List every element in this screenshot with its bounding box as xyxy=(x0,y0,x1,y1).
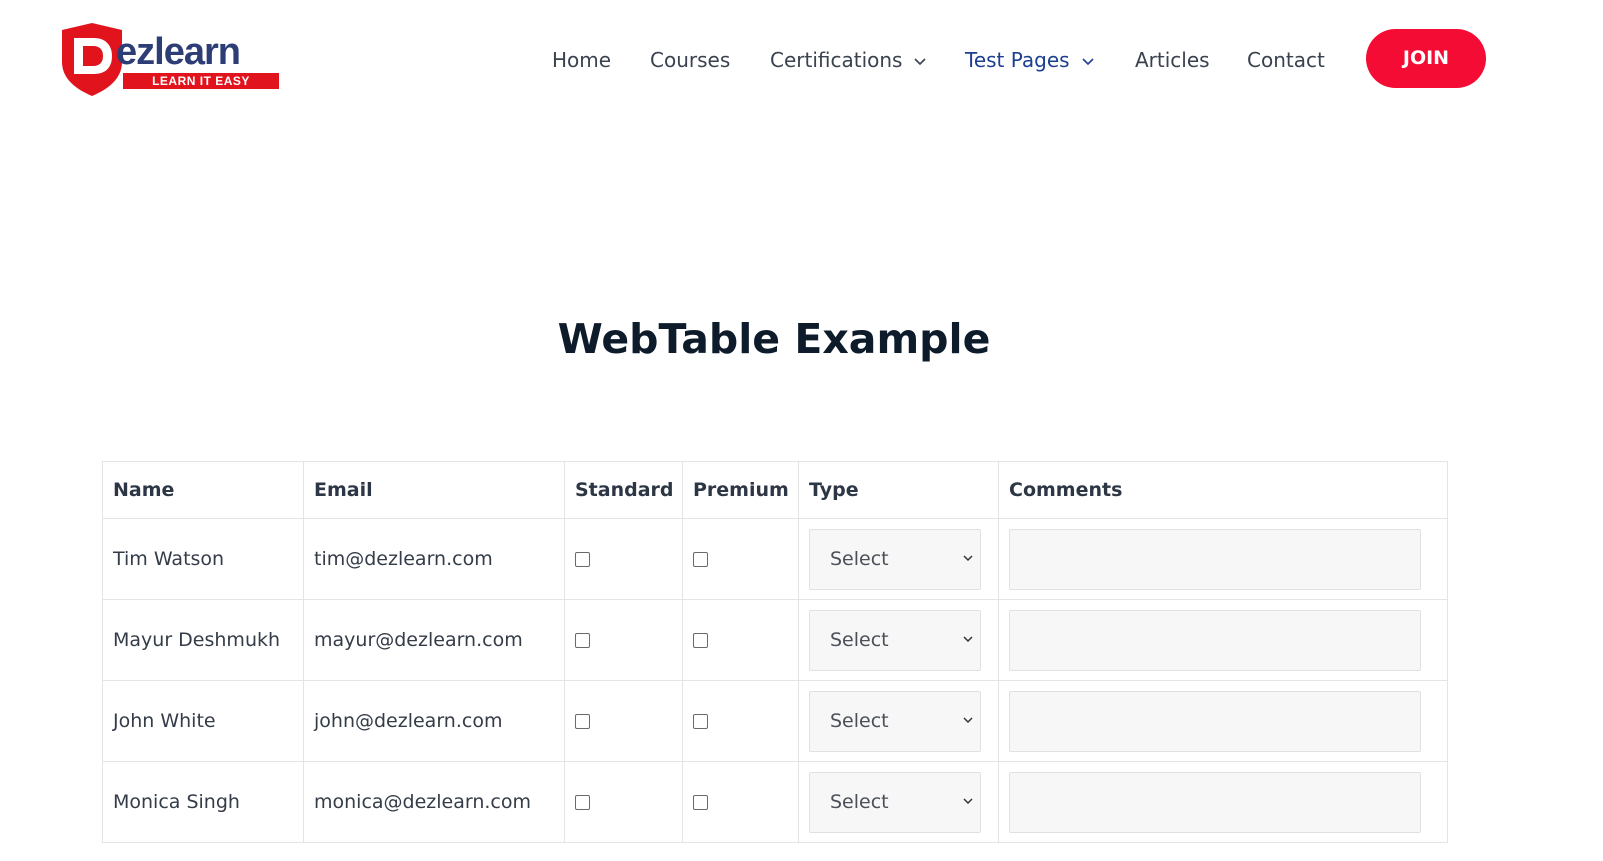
standard-checkbox[interactable] xyxy=(575,552,590,567)
cell-type: Select xyxy=(798,761,999,843)
type-select-value: Select xyxy=(830,628,889,651)
column-header-comments: Comments xyxy=(998,461,1448,519)
nav-item-certifications[interactable]: Certifications xyxy=(770,40,927,80)
table-row: Monica Singh monica@dezlearn.com Select xyxy=(102,761,1448,843)
nav-item-home[interactable]: Home xyxy=(552,40,611,80)
comment-input[interactable] xyxy=(1009,528,1421,590)
table-row: John White john@dezlearn.com Select xyxy=(102,680,1448,762)
cell-email: tim@dezlearn.com xyxy=(303,518,565,600)
cell-premium xyxy=(682,518,799,600)
site-header: ezlearn LEARN IT EASY Home Courses Certi… xyxy=(0,0,1603,120)
cell-comments xyxy=(998,599,1448,681)
table-row: Tim Watson tim@dezlearn.com Select xyxy=(102,518,1448,600)
chevron-down-icon xyxy=(963,635,973,642)
cell-type: Select xyxy=(798,518,999,600)
premium-checkbox[interactable] xyxy=(693,633,708,648)
nav-item-label: Test Pages xyxy=(965,48,1070,72)
table-row: Mayur Deshmukh mayur@dezlearn.com Select xyxy=(102,599,1448,681)
standard-checkbox[interactable] xyxy=(575,795,590,810)
column-header-email: Email xyxy=(303,461,565,519)
cell-email: monica@dezlearn.com xyxy=(303,761,565,843)
cell-comments xyxy=(998,680,1448,762)
premium-checkbox[interactable] xyxy=(693,714,708,729)
dezlearn-logo[interactable]: ezlearn LEARN IT EASY xyxy=(56,22,279,98)
cell-standard xyxy=(564,761,683,843)
cell-premium xyxy=(682,599,799,681)
column-header-premium: Premium xyxy=(682,461,799,519)
premium-checkbox[interactable] xyxy=(693,795,708,810)
standard-checkbox[interactable] xyxy=(575,714,590,729)
chevron-down-icon xyxy=(963,716,973,723)
nav-item-contact[interactable]: Contact xyxy=(1247,40,1325,80)
chevron-down-icon xyxy=(914,57,927,65)
cell-premium xyxy=(682,680,799,762)
type-select[interactable]: Select xyxy=(809,690,981,752)
cell-comments xyxy=(998,761,1448,843)
nav-item-label: Courses xyxy=(650,48,731,72)
type-select[interactable]: Select xyxy=(809,528,981,590)
premium-checkbox[interactable] xyxy=(693,552,708,567)
cell-premium xyxy=(682,761,799,843)
chevron-down-icon xyxy=(1082,57,1094,65)
page-title: WebTable Example xyxy=(557,315,991,363)
column-header-name: Name xyxy=(102,461,304,519)
cell-name: John White xyxy=(102,680,304,762)
web-table: Name Email Standard Premium Type Comment… xyxy=(102,461,1448,843)
logo-tagline: LEARN IT EASY xyxy=(123,73,279,89)
cell-name: Tim Watson xyxy=(102,518,304,600)
type-select[interactable]: Select xyxy=(809,771,981,833)
nav-item-courses[interactable]: Courses xyxy=(650,40,730,80)
column-header-standard: Standard xyxy=(564,461,683,519)
nav-item-label: Contact xyxy=(1247,48,1325,72)
type-select-value: Select xyxy=(830,547,889,570)
cell-type: Select xyxy=(798,680,999,762)
cell-comments xyxy=(998,518,1448,600)
cell-standard xyxy=(564,680,683,762)
table-header-row: Name Email Standard Premium Type Comment… xyxy=(102,461,1448,519)
chevron-down-icon xyxy=(963,554,973,561)
cell-name: Mayur Deshmukh xyxy=(102,599,304,681)
nav-item-articles[interactable]: Articles xyxy=(1135,40,1210,80)
comment-input[interactable] xyxy=(1009,609,1421,671)
comment-input[interactable] xyxy=(1009,690,1421,752)
cell-email: mayur@dezlearn.com xyxy=(303,599,565,681)
cell-standard xyxy=(564,518,683,600)
type-select[interactable]: Select xyxy=(809,609,981,671)
cell-type: Select xyxy=(798,599,999,681)
logo-wordmark: ezlearn xyxy=(116,31,241,73)
nav-item-label: Home xyxy=(552,48,612,72)
type-select-value: Select xyxy=(830,709,889,732)
type-select-value: Select xyxy=(830,790,889,813)
join-button[interactable]: JOIN xyxy=(1366,29,1486,88)
nav-item-label: Certifications xyxy=(770,48,903,72)
standard-checkbox[interactable] xyxy=(575,633,590,648)
column-header-type: Type xyxy=(798,461,999,519)
cell-name: Monica Singh xyxy=(102,761,304,843)
chevron-down-icon xyxy=(963,797,973,804)
cell-email: john@dezlearn.com xyxy=(303,680,565,762)
comment-input[interactable] xyxy=(1009,771,1421,833)
nav-item-label: Articles xyxy=(1135,48,1210,72)
nav-item-test-pages[interactable]: Test Pages xyxy=(965,40,1094,80)
cell-standard xyxy=(564,599,683,681)
